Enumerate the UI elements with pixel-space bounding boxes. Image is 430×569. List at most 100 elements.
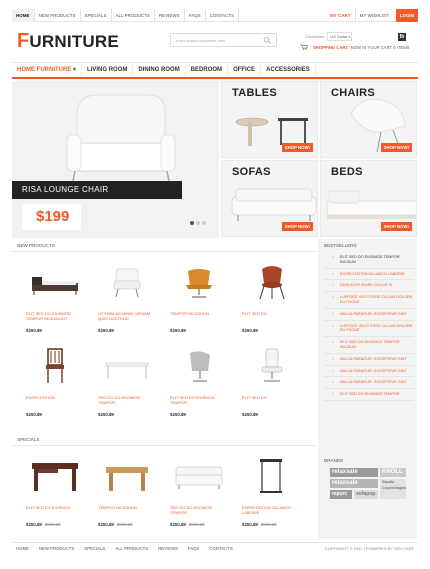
product-image[interactable] — [26, 343, 84, 391]
hero-slider[interactable]: Risa lounge chair $199 — [12, 81, 219, 238]
footer-link-all-products[interactable]: All products — [115, 546, 158, 551]
product-name[interactable]: Ut enim ad minim veniam, quis nostrud — [98, 311, 156, 327]
divider — [12, 445, 316, 446]
slider-dot[interactable] — [190, 221, 194, 225]
topnav-faqs[interactable]: FAQs — [185, 9, 206, 22]
category-tile-chairs[interactable]: Chairs Shop now! — [320, 81, 417, 158]
product-image[interactable] — [170, 453, 228, 501]
bestseller-item[interactable]: Elit sed do eiusmod tempor incidun — [324, 340, 414, 354]
product-name[interactable]: Elit sed do eiusmod tempor incididunt — [26, 311, 84, 327]
product-card[interactable]: Tempor incididun $250.89 — [170, 259, 228, 333]
product-name[interactable]: Tempor incididun — [170, 311, 228, 327]
mainnav-living-room[interactable]: Living room — [82, 63, 134, 77]
topnav-specials[interactable]: Specials — [81, 9, 112, 22]
facebook-icon[interactable]: fb — [398, 33, 406, 41]
bestseller-item[interactable]: Nulla pariatur. Excepteur sint — [324, 357, 414, 366]
category-tile-tables[interactable]: Tables Shop now! — [221, 81, 318, 158]
slider-dot[interactable] — [196, 221, 200, 225]
product-price: $250.89 $650.89 — [242, 522, 300, 527]
footer-link-contacts[interactable]: Contacts — [209, 546, 242, 551]
product-image[interactable] — [242, 453, 300, 501]
brand-logo[interactable]: Studio Copenhagen — [380, 479, 406, 499]
product-image[interactable] — [98, 453, 156, 501]
bestseller-item[interactable]: Nulla pariatur. Excepteur sint — [324, 380, 414, 390]
product-image[interactable] — [242, 343, 300, 391]
topnav-reviews[interactable]: Reviews — [155, 9, 185, 22]
brand-logo[interactable]: sofapop — [354, 490, 378, 499]
product-name[interactable]: Tempor incididun — [98, 505, 156, 521]
my-cart-link[interactable]: My cart — [326, 9, 354, 22]
product-image[interactable] — [170, 343, 228, 391]
product-name[interactable]: Exercitation ullamco laboris — [242, 505, 300, 521]
topnav-all-products[interactable]: All products — [112, 9, 155, 22]
product-card[interactable]: Sed do do eiusmod tempor $250.89 — [98, 343, 156, 417]
bestseller-item[interactable]: Lupitate velit esse cillum dolore eu fug… — [324, 295, 414, 309]
brand-logo[interactable]: mpurc — [330, 490, 352, 499]
product-name[interactable]: Sed do do eiusmod tempor — [98, 395, 156, 411]
footer-link-faqs[interactable]: FAQs — [188, 546, 209, 551]
mainnav-bedroom[interactable]: Bedroom — [186, 63, 229, 77]
product-card[interactable]: Sed do do eiusmod tempor $250.89 $650.89 — [170, 453, 228, 527]
product-price: $250.89 — [98, 412, 114, 417]
brand-logo[interactable]: KNOLL — [380, 468, 406, 477]
bestseller-item[interactable]: Elit sed do eiusmod tempor incidun — [324, 255, 414, 269]
product-image[interactable] — [26, 453, 84, 501]
category-tile-sofas[interactable]: Sofas Shop now! — [221, 160, 318, 237]
divider — [12, 251, 316, 252]
product-image[interactable] — [242, 259, 300, 307]
hero-title[interactable]: Risa lounge chair — [12, 181, 182, 199]
product-name[interactable]: Sed do do eiusmod tempor — [170, 505, 228, 521]
topnav-home[interactable]: Home — [12, 9, 35, 22]
mainnav-home-furniture[interactable]: Home Furniture — [12, 63, 83, 77]
product-name[interactable]: Elit sed do — [242, 311, 300, 327]
product-name[interactable]: Elit sed do eiusmod — [26, 505, 84, 521]
product-card[interactable]: Elit sed do eiusmod tempor incididunt $2… — [26, 259, 84, 333]
bestseller-item[interactable]: Duis aute irure dolor in — [324, 283, 414, 293]
brand-logo[interactable]: relaxsale — [330, 468, 378, 477]
footer-link-reviews[interactable]: Reviews — [158, 546, 188, 551]
product-image[interactable] — [26, 259, 84, 307]
product-name[interactable]: Elit sed do eiusmod tempor — [170, 395, 228, 411]
product-card[interactable]: Elit sed do eiusmod $250.89 $650.89 — [26, 453, 84, 527]
product-card[interactable]: Elit sed do $250.89 — [242, 343, 300, 417]
product-card[interactable]: Ut enim ad minim veniam, quis nostrud $2… — [98, 259, 156, 333]
search-icon[interactable] — [263, 36, 272, 45]
product-name[interactable]: Exercitation — [26, 395, 84, 411]
mainnav-accessories[interactable]: Accessories — [261, 63, 316, 77]
category-tile-beds[interactable]: Beds Shop now! — [320, 160, 417, 237]
shop-now-button[interactable]: Shop now! — [281, 222, 313, 231]
my-wishlist-link[interactable]: My wishlist — [354, 9, 393, 22]
footer-link-specials[interactable]: Specials — [84, 546, 115, 551]
topnav-new-products[interactable]: New products — [35, 9, 81, 22]
product-image[interactable] — [170, 259, 228, 307]
product-card[interactable]: Elit sed do eiusmod tempor $250.89 — [170, 343, 228, 417]
bestseller-item[interactable]: Elit sed do eiusmod tempor — [324, 392, 414, 401]
slider-dot[interactable] — [202, 221, 206, 225]
product-card[interactable]: Exercitation $250.89 — [26, 343, 84, 417]
product-card[interactable]: Tempor incididun $250.89 $650.89 — [98, 453, 156, 527]
currency-select[interactable]: US Dollar — [327, 32, 353, 41]
bestseller-item[interactable]: Nulla pariatur. Excepteur sint — [324, 369, 414, 378]
product-name[interactable]: Elit sed do — [242, 395, 300, 411]
site-logo[interactable]: FURNITURE — [17, 30, 119, 53]
shop-now-button[interactable]: Shop now! — [281, 143, 313, 152]
shop-now-button[interactable]: Shop now! — [380, 143, 412, 152]
footer-link-home[interactable]: Home — [16, 546, 39, 551]
topnav-contacts[interactable]: Contacts — [206, 9, 240, 22]
brand-logo[interactable]: relaxsale — [330, 479, 378, 488]
bestseller-item[interactable]: Exercitation ullamco laboris — [324, 272, 414, 281]
product-image[interactable] — [98, 259, 156, 307]
search-input[interactable]: enter search keywords here — [170, 33, 277, 47]
mainnav-dining-room[interactable]: Dining room — [133, 63, 186, 77]
login-button[interactable]: Login — [395, 9, 418, 22]
bestseller-item[interactable]: Nulla pariatur. Excepteur sint — [324, 312, 414, 321]
product-card[interactable]: Elit sed do $250.89 — [242, 259, 300, 333]
shop-now-button[interactable]: Shop now! — [380, 222, 412, 231]
product-image[interactable] — [98, 343, 156, 391]
footer-link-new-products[interactable]: New products — [39, 546, 84, 551]
cart-summary[interactable]: Shopping cart: now in your cart 0 items — [300, 44, 409, 50]
bestseller-item[interactable]: Lupitate velit esse cillum dolore eu fug… — [324, 324, 414, 338]
mainnav-office[interactable]: Office — [228, 63, 262, 77]
tile-title: Chairs — [331, 87, 375, 99]
product-card[interactable]: Exercitation ullamco laboris $250.89 $650… — [242, 453, 300, 527]
